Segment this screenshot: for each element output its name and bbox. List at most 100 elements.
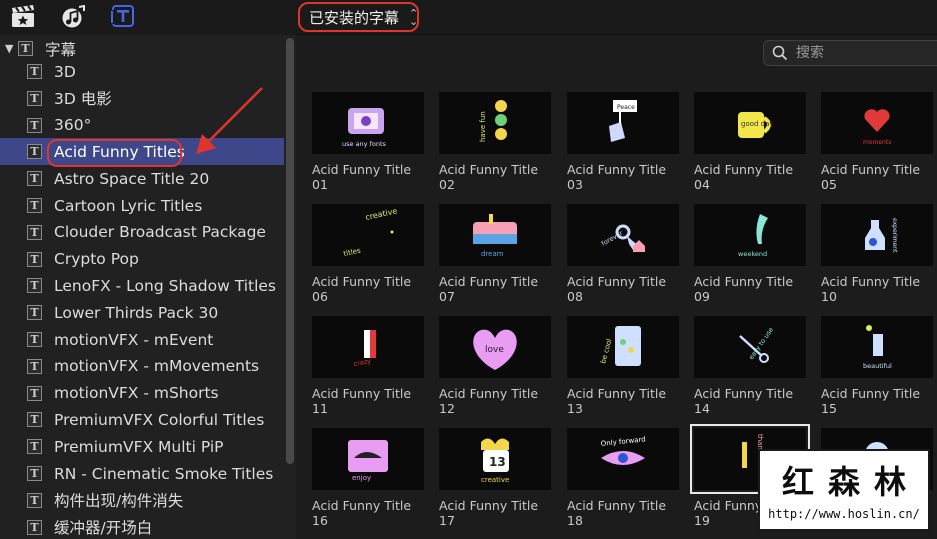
title-thumbnail[interactable]: use any fonts bbox=[312, 92, 424, 154]
sidebar-item[interactable]: T LenoFX - Long Shadow Titles bbox=[0, 272, 284, 299]
title-thumbnail[interactable]: Only forward bbox=[567, 428, 679, 490]
title-tile-name: Acid Funny Title 11 bbox=[312, 386, 432, 416]
title-t-icon: T bbox=[27, 519, 42, 535]
svg-text:Only forward: Only forward bbox=[600, 435, 646, 448]
sidebar-item-label: 360° bbox=[54, 116, 92, 135]
title-name-line1: Acid Funny Title bbox=[439, 274, 539, 289]
title-tile-name: Acid Funny Title 15 bbox=[821, 386, 937, 416]
title-thumbnail[interactable]: weekend bbox=[694, 204, 806, 266]
title-tile-name: Acid Funny Title 16 bbox=[312, 498, 432, 528]
title-tile[interactable]: forever Acid Funny Title 08 bbox=[567, 204, 679, 304]
title-thumbnail[interactable]: Peace bbox=[567, 92, 679, 154]
search-field[interactable] bbox=[763, 40, 937, 66]
svg-text:creative: creative bbox=[481, 476, 509, 484]
sidebar-item[interactable]: T 缓冲器/开场白 bbox=[0, 514, 284, 539]
title-tile[interactable]: love Acid Funny Title 12 bbox=[439, 316, 551, 416]
svg-text:beautiful: beautiful bbox=[863, 362, 892, 370]
title-t-icon: T bbox=[18, 41, 33, 56]
sidebar-item[interactable]: TmotionVFX - mShorts bbox=[0, 380, 284, 407]
sidebar-item-label: PremiumVFX Multi PiP bbox=[54, 437, 224, 456]
title-thumbnail[interactable]: good day bbox=[694, 92, 806, 154]
title-tile[interactable]: enjoy Acid Funny Title 16 bbox=[312, 428, 424, 528]
titles-icon[interactable] bbox=[110, 5, 136, 29]
sidebar-item-label: motionVFX - mMovements bbox=[54, 357, 260, 376]
title-tile[interactable]: good day Acid Funny Title 04 bbox=[694, 92, 806, 192]
title-t-icon: T bbox=[27, 492, 42, 508]
sidebar-item[interactable]: T 3D 电影 bbox=[0, 85, 284, 112]
title-tile[interactable]: moments Acid Funny Title 05 bbox=[821, 92, 933, 192]
sidebar-item[interactable]: T PremiumVFX Colorful Titles bbox=[0, 406, 284, 433]
title-tile[interactable]: Only forward Acid Funny Title 18 bbox=[567, 428, 679, 528]
svg-text:moments: moments bbox=[863, 139, 891, 146]
watermark-badge: 红森林 http://www.hoslin.cn/ bbox=[758, 449, 930, 531]
title-tile[interactable]: dream Acid Funny Title 07 bbox=[439, 204, 551, 304]
title-thumbnail[interactable]: enjoy bbox=[312, 428, 424, 490]
title-tile-name: Acid Funny Title 18 bbox=[567, 498, 687, 528]
sidebar-item[interactable]: T Lower Thirds Pack 30 bbox=[0, 299, 284, 326]
sidebar-item[interactable]: T RN - Cinematic Smoke Titles bbox=[0, 460, 284, 487]
title-thumbnail[interactable]: experiment bbox=[821, 204, 933, 266]
sidebar-item[interactable]: TmotionVFX - mMovements bbox=[0, 353, 284, 380]
sidebar-item-label: 构件出现/构件消失 bbox=[54, 492, 184, 511]
titles-library-tree: ▼ T 字幕 T 3D T 3D 电影 T 360° T Acid Funny Titles T… bbox=[0, 35, 286, 539]
title-name-line1: Acid Funny Title bbox=[439, 162, 539, 177]
title-name-line1: Acid Funny Title bbox=[312, 386, 412, 401]
title-tile[interactable]: Peace Acid Funny Title 03 bbox=[567, 92, 679, 192]
search-input[interactable] bbox=[796, 45, 926, 61]
title-thumbnail[interactable]: 13 creative bbox=[439, 428, 551, 490]
sidebar-scrollbar[interactable] bbox=[286, 38, 294, 464]
disclosure-triangle-icon[interactable]: ▼ bbox=[5, 42, 15, 55]
title-tile[interactable]: have fun Acid Funny Title 02 bbox=[439, 92, 551, 192]
sidebar-item[interactable]: T Acid Funny Titles bbox=[0, 138, 284, 166]
title-name-line2: 17 bbox=[439, 513, 455, 528]
title-tile[interactable]: beautiful Acid Funny Title 15 bbox=[821, 316, 933, 416]
title-name-line1: Acid Funny Title bbox=[821, 162, 921, 177]
title-tile[interactable]: crazy Acid Funny Title 11 bbox=[312, 316, 424, 416]
search-icon bbox=[772, 45, 788, 61]
title-thumbnail[interactable]: have fun bbox=[439, 92, 551, 154]
sidebar-item[interactable]: TmotionVFX - mEvent bbox=[0, 326, 284, 353]
title-tile[interactable]: creative titles Acid Funny Title 06 bbox=[312, 204, 424, 304]
sidebar-item-label: RN - Cinematic Smoke Titles bbox=[54, 464, 274, 483]
title-thumbnail[interactable]: be cool bbox=[567, 316, 679, 378]
sidebar-item-label: LenoFX - Long Shadow Titles bbox=[54, 276, 277, 295]
svg-text:experiment: experiment bbox=[891, 218, 898, 253]
title-thumbnail[interactable]: forever bbox=[567, 204, 679, 266]
title-thumbnail[interactable]: dream bbox=[439, 204, 551, 266]
title-thumbnail[interactable]: easy to use bbox=[694, 316, 806, 378]
title-thumbnail[interactable]: creative titles bbox=[312, 204, 424, 266]
title-thumbnail[interactable]: beautiful bbox=[821, 316, 933, 378]
sidebar-item[interactable]: T 3D bbox=[0, 58, 284, 85]
sidebar-item[interactable]: T PremiumVFX Multi PiP bbox=[0, 433, 284, 460]
title-tile[interactable]: use any fonts Acid Funny Title 01 bbox=[312, 92, 424, 192]
music-note-icon[interactable] bbox=[60, 5, 86, 29]
title-thumbnail[interactable]: crazy bbox=[312, 316, 424, 378]
title-tile[interactable]: weekend Acid Funny Title 09 bbox=[694, 204, 806, 304]
sidebar-item[interactable]: T 360° bbox=[0, 112, 284, 139]
sidebar-item[interactable]: T Cartoon Lyric Titles bbox=[0, 192, 284, 219]
title-name-line1: Acid Funny Title bbox=[567, 162, 667, 177]
sidebar-item-label: 3D bbox=[54, 62, 76, 81]
title-tile-name: Acid Funny Title 09 bbox=[694, 274, 814, 304]
title-tile-name: Acid Funny Title 01 bbox=[312, 162, 432, 192]
sidebar-item[interactable]: T Crypto Pop bbox=[0, 246, 284, 273]
sidebar-item-label: 缓冲器/开场白 bbox=[54, 519, 153, 538]
svg-text:use any fonts: use any fonts bbox=[342, 140, 387, 148]
title-thumbnail[interactable]: love bbox=[439, 316, 551, 378]
sidebar-item-label: PremiumVFX Colorful Titles bbox=[54, 410, 265, 429]
title-name-line2: 14 bbox=[694, 401, 710, 416]
title-name-line2: 07 bbox=[439, 289, 455, 304]
title-tile-name: Acid Funny Title 08 bbox=[567, 274, 687, 304]
title-tile[interactable]: 13 creative Acid Funny Title 17 bbox=[439, 428, 551, 528]
title-name-line2: 10 bbox=[821, 289, 837, 304]
title-tile[interactable]: experiment Acid Funny Title 10 bbox=[821, 204, 933, 304]
title-tile-name: Acid Funny Title 17 bbox=[439, 498, 559, 528]
sidebar-item[interactable]: T Astro Space Title 20 bbox=[0, 165, 284, 192]
title-tile[interactable]: easy to use Acid Funny Title 14 bbox=[694, 316, 806, 416]
title-thumbnail[interactable]: moments bbox=[821, 92, 933, 154]
sidebar-item[interactable]: T 构件出现/构件消失 bbox=[0, 487, 284, 514]
title-tile[interactable]: be cool Acid Funny Title 13 bbox=[567, 316, 679, 416]
sidebar-item[interactable]: T Clouder Broadcast Package bbox=[0, 219, 284, 246]
collection-popup-button[interactable]: 已安装的字幕 ⌃ ⌄ bbox=[304, 5, 423, 30]
clapper-star-icon[interactable] bbox=[10, 5, 36, 29]
